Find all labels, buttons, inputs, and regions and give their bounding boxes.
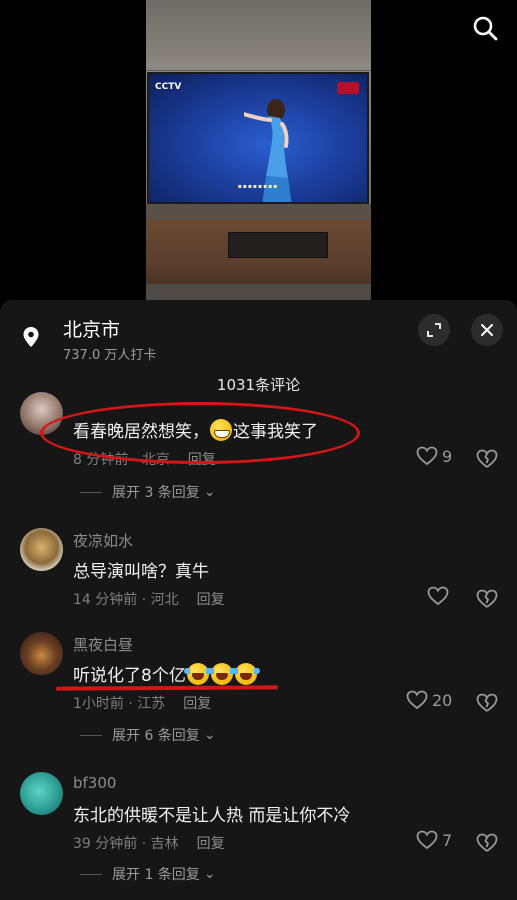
comment-username[interactable]: bf300 (73, 774, 116, 792)
comment-username[interactable]: 夜凉如水 (73, 530, 133, 551)
comment-meta: 39 分钟前 · 吉林 回复 (73, 836, 225, 852)
reply-button[interactable]: 回复 (183, 696, 211, 712)
tv-caption: ▪▪▪▪▪▪▪▪ (237, 183, 279, 190)
comment-sheet: 北京市 737.0 万人打卡 1031条评论 看春晚居然想笑， 这事我笑了 8 分… (0, 300, 517, 900)
comment-text: 总导演叫啥？真牛 (73, 562, 209, 582)
location-pin-icon (23, 327, 39, 347)
floor (146, 284, 371, 300)
grin-emoji-icon (210, 419, 232, 441)
broken-heart-icon[interactable] (475, 830, 499, 854)
like-button[interactable] (427, 586, 449, 606)
comment-meta: 8 分钟前 · 北京 回复 (73, 452, 216, 468)
reply-button[interactable]: 回复 (197, 592, 225, 608)
location-checkins: 737.0 万人打卡 (63, 348, 157, 363)
tv-badge (337, 82, 359, 94)
like-button[interactable]: 9 (416, 446, 452, 466)
tv-stand (146, 204, 371, 220)
location-name[interactable]: 北京市 (63, 315, 120, 342)
avatar[interactable] (20, 772, 63, 815)
like-count: 7 (442, 830, 453, 850)
heart-icon (406, 690, 428, 710)
reply-button[interactable]: 回复 (197, 836, 225, 852)
broken-heart-icon[interactable] (475, 690, 499, 714)
comment-meta: 1小时前 · 江苏 回复 (73, 696, 212, 712)
comment-text: 看春晚居然想笑， 这事我笑了 (73, 417, 318, 442)
broken-heart-icon[interactable] (475, 586, 499, 610)
crying-laughing-emoji-icon (183, 663, 212, 685)
tv-channel-logo: CCTV (155, 82, 182, 92)
television: CCTV ▪▪▪▪▪▪▪▪ (147, 72, 369, 204)
like-count: 20 (432, 690, 453, 710)
crying-laughing-emoji-icon (207, 663, 236, 685)
expand-replies-button[interactable]: 展开 1 条回复 ⌄ (80, 864, 216, 884)
crying-laughing-emoji-icon (231, 663, 260, 685)
close-button[interactable] (471, 314, 503, 346)
reply-button[interactable]: 回复 (188, 452, 216, 468)
heart-icon (416, 446, 438, 466)
comment-text: 听说化了8个亿 (73, 661, 260, 686)
search-button[interactable] (469, 12, 501, 44)
cabinet-shelf (228, 232, 328, 258)
avatar[interactable] (20, 528, 63, 571)
close-icon (481, 324, 493, 336)
comment-text: 东北的供暖不是让人热 而是让你不冷 (73, 806, 351, 826)
expand-icon (427, 323, 441, 337)
expand-replies-button[interactable]: 展开 6 条回复 ⌄ (80, 725, 216, 745)
avatar[interactable] (20, 632, 63, 675)
like-button[interactable]: 20 (406, 690, 452, 710)
heart-icon (416, 830, 438, 850)
video-player[interactable]: CCTV ▪▪▪▪▪▪▪▪ (146, 0, 371, 300)
comment-meta: 14 分钟前 · 河北 回复 (73, 592, 225, 608)
wall-seam (146, 70, 371, 71)
comment-username[interactable]: 黑夜白昼 (73, 634, 133, 655)
avatar[interactable] (20, 392, 63, 435)
like-button[interactable]: 7 (416, 830, 452, 850)
search-icon (473, 16, 498, 41)
broken-heart-icon[interactable] (475, 446, 499, 470)
tv-cabinet (146, 220, 371, 300)
expand-replies-button[interactable]: 展开 3 条回复 ⌄ (80, 482, 216, 502)
comment-count: 1031条评论 (216, 376, 301, 394)
like-count: 9 (442, 446, 453, 466)
heart-icon (427, 586, 449, 606)
expand-button[interactable] (418, 314, 450, 346)
